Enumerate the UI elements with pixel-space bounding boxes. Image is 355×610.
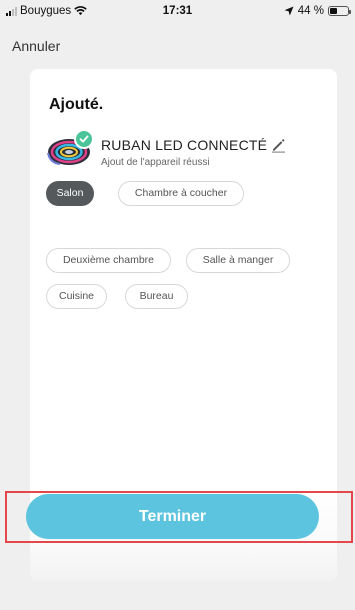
room-chip-salle-a-manger[interactable]: Salle à manger <box>186 248 290 273</box>
battery-percent: 44 % <box>297 5 324 17</box>
location-arrow-icon <box>284 6 294 16</box>
status-right: 44 % <box>284 5 351 17</box>
room-chip-cuisine[interactable]: Cuisine <box>46 284 107 309</box>
battery-icon <box>328 6 351 16</box>
battery-fill <box>330 8 338 14</box>
card-title: Ajouté. <box>49 96 104 113</box>
device-status: Ajout de l'appareil réussi <box>101 157 210 168</box>
highlight-box <box>5 491 353 543</box>
status-bar: Bouygues 17:31 44 % <box>0 0 355 22</box>
device-name: RUBAN LED CONNECTÉ <box>101 137 268 153</box>
cancel-button[interactable]: Annuler <box>12 38 60 54</box>
pencil-edit-icon[interactable] <box>270 137 286 153</box>
room-chip-salon[interactable]: Salon <box>46 181 94 206</box>
room-chip-deuxieme-chambre[interactable]: Deuxième chambre <box>46 248 171 273</box>
room-chip-bureau[interactable]: Bureau <box>125 284 188 309</box>
room-chip-chambre-a-coucher[interactable]: Chambre à coucher <box>118 181 244 206</box>
checkmark-icon <box>74 129 94 149</box>
